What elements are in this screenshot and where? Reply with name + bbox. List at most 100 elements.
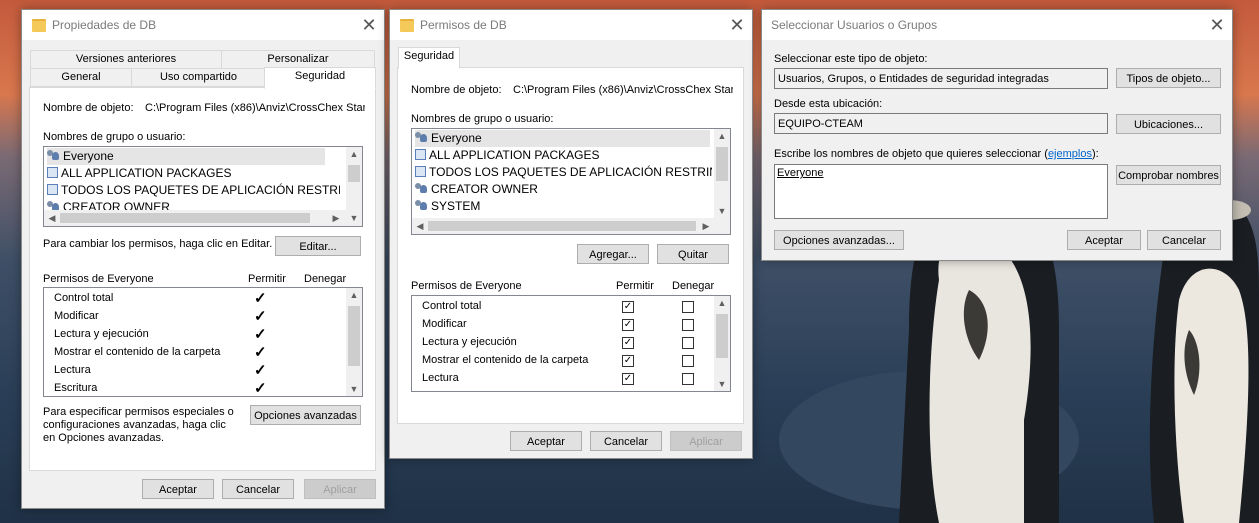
object-type-field: Usuarios, Grupos, o Entidades de segurid… (774, 68, 1108, 89)
deny-checkbox[interactable] (682, 337, 694, 349)
list-item[interactable]: Everyone (415, 130, 710, 147)
apply-button[interactable]: Aplicar (670, 431, 742, 451)
scroll-down-icon[interactable]: ▼ (346, 213, 362, 223)
add-button[interactable]: Agregar... (577, 244, 649, 264)
scroll-down-icon[interactable]: ▼ (714, 379, 730, 389)
list-item[interactable]: ALL APPLICATION PACKAGES (415, 147, 600, 164)
locations-button[interactable]: Ubicaciones... (1116, 114, 1221, 134)
folder-icon (400, 19, 414, 32)
edit-hint: Para cambiar los permisos, haga clic en … (43, 238, 273, 250)
close-icon[interactable]: ✕ (1202, 13, 1232, 37)
properties-titlebar[interactable]: Propiedades de DB ✕ (22, 10, 384, 40)
tab-general[interactable]: General (30, 68, 132, 87)
select-users-titlebar[interactable]: Seleccionar Usuarios o Grupos ✕ (762, 10, 1232, 40)
tab-uso-compartido[interactable]: Uso compartido (131, 68, 266, 87)
group-name: TODOS LOS PAQUETES DE APLICACIÓN RESTRIN… (429, 165, 712, 179)
tab-seguridad[interactable]: Seguridad (398, 47, 460, 69)
edit-button[interactable]: Editar... (275, 236, 361, 256)
names-label-text: Escribe los nombres de objeto que quiere… (774, 148, 1048, 160)
tab-seguridad[interactable]: Seguridad (264, 67, 376, 89)
groups-vertical-scrollbar[interactable]: ▲ (346, 147, 362, 210)
scroll-up-icon[interactable]: ▲ (714, 131, 730, 141)
object-name-label: Nombre de objeto: (43, 102, 134, 114)
permissions-scrollbar[interactable]: ▲ ▼ (714, 296, 730, 391)
list-item[interactable]: Everyone (47, 148, 325, 165)
allow-checkbox[interactable]: ✓ (622, 355, 634, 367)
object-types-button[interactable]: Tipos de objeto... (1116, 68, 1221, 88)
object-type-label: Seleccionar este tipo de objeto: (774, 53, 928, 65)
deny-checkbox[interactable] (682, 373, 694, 385)
permissions-scrollbar[interactable]: ▲ ▼ (346, 288, 362, 396)
allow-checkbox[interactable]: ✓ (622, 319, 634, 331)
advanced-options-button[interactable]: Opciones avanzadas... (774, 230, 904, 250)
group-name: Everyone (63, 149, 114, 163)
scroll-up-icon[interactable]: ▲ (714, 298, 730, 308)
ok-button[interactable]: Aceptar (142, 479, 214, 499)
remove-button[interactable]: Quitar (657, 244, 729, 264)
deny-header: Denegar (304, 273, 347, 285)
scroll-up-icon[interactable]: ▲ (346, 149, 362, 159)
properties-body: Versiones anteriores Personalizar Genera… (22, 40, 384, 508)
list-item[interactable]: SYSTEM (415, 198, 480, 215)
security-tab-page: Seguridad Nombre de objeto: C:\Program F… (397, 47, 744, 424)
allow-checkbox[interactable]: ✓ (622, 301, 634, 313)
groups-listbox[interactable]: Everyone ALL APPLICATION PACKAGES TODOS … (411, 128, 731, 235)
object-name-value: C:\Program Files (x86)\Anviz\CrossChex S… (513, 84, 733, 96)
object-names-textarea[interactable]: Everyone (774, 164, 1108, 219)
close-icon[interactable]: ✕ (722, 13, 752, 37)
cancel-button[interactable]: Cancelar (590, 431, 662, 451)
check-names-button[interactable]: Comprobar nombres (1116, 165, 1221, 185)
special-hint-line1: Para especificar permisos especiales o (43, 406, 234, 418)
advanced-options-button[interactable]: Opciones avanzadas (250, 405, 361, 425)
scroll-right-icon[interactable]: ▶ (698, 221, 714, 232)
scroll-thumb[interactable] (716, 314, 728, 358)
ok-button[interactable]: Aceptar (510, 431, 582, 451)
scroll-left-icon[interactable]: ◀ (44, 213, 60, 224)
close-icon[interactable]: ✕ (354, 13, 384, 37)
group-name: ALL APPLICATION PACKAGES (61, 166, 232, 180)
groups-listbox[interactable]: Everyone ALL APPLICATION PACKAGES TODOS … (43, 146, 363, 227)
groups-horizontal-scrollbar[interactable]: ◀ ▶ ▼ (44, 210, 362, 226)
cancel-button[interactable]: Cancelar (222, 479, 294, 499)
list-item[interactable]: TODOS LOS PAQUETES DE APLICACIÓN RESTRIN… (415, 164, 712, 181)
scroll-thumb[interactable] (60, 213, 310, 223)
examples-link[interactable]: ejemplos (1048, 148, 1092, 160)
select-users-title: Seleccionar Usuarios o Grupos (771, 18, 938, 32)
permissions-dialog: Permisos de DB ✕ Seguridad Nombre de obj… (389, 9, 753, 459)
permissions-titlebar[interactable]: Permisos de DB ✕ (390, 10, 752, 40)
deny-checkbox[interactable] (682, 355, 694, 367)
groups-label: Nombres de grupo o usuario: (43, 131, 186, 143)
scroll-thumb[interactable] (348, 306, 360, 366)
group-name: CREATOR OWNER (431, 182, 538, 196)
scroll-thumb[interactable] (428, 221, 696, 231)
permission-row: Lectura (54, 364, 91, 376)
scroll-right-icon[interactable]: ▶ (328, 213, 344, 224)
scroll-down-icon[interactable]: ▼ (346, 384, 362, 394)
scroll-up-icon[interactable]: ▲ (346, 290, 362, 300)
package-icon (47, 167, 58, 178)
list-item[interactable]: TODOS LOS PAQUETES DE APLICACIÓN RESTRIN… (47, 182, 340, 199)
scroll-left-icon[interactable]: ◀ (412, 221, 428, 232)
permissions-label: Permisos de Everyone (411, 280, 522, 292)
scroll-thumb[interactable] (348, 165, 360, 182)
ok-button[interactable]: Aceptar (1067, 230, 1141, 250)
permission-row: Modificar (54, 310, 99, 322)
permission-row: Mostrar el contenido de la carpeta (422, 354, 589, 366)
tab-versiones-anteriores[interactable]: Versiones anteriores (30, 50, 222, 69)
allow-checkbox[interactable]: ✓ (622, 373, 634, 385)
groups-horizontal-scrollbar[interactable]: ◀ ▶ (412, 218, 730, 234)
groups-vertical-scrollbar[interactable]: ▲ ▼ (714, 129, 730, 218)
scroll-thumb[interactable] (716, 147, 728, 181)
list-item[interactable]: CREATOR OWNER (415, 181, 538, 198)
allow-checkbox[interactable]: ✓ (622, 337, 634, 349)
groups-label: Nombres de grupo o usuario: (411, 113, 554, 125)
permission-row: Control total (54, 292, 114, 304)
group-name: ALL APPLICATION PACKAGES (429, 148, 600, 162)
deny-checkbox[interactable] (682, 319, 694, 331)
deny-checkbox[interactable] (682, 301, 694, 313)
apply-button[interactable]: Aplicar (304, 479, 376, 499)
users-icon (415, 183, 428, 194)
cancel-button[interactable]: Cancelar (1147, 230, 1221, 250)
scroll-down-icon[interactable]: ▼ (714, 206, 730, 216)
list-item[interactable]: ALL APPLICATION PACKAGES (47, 165, 232, 182)
